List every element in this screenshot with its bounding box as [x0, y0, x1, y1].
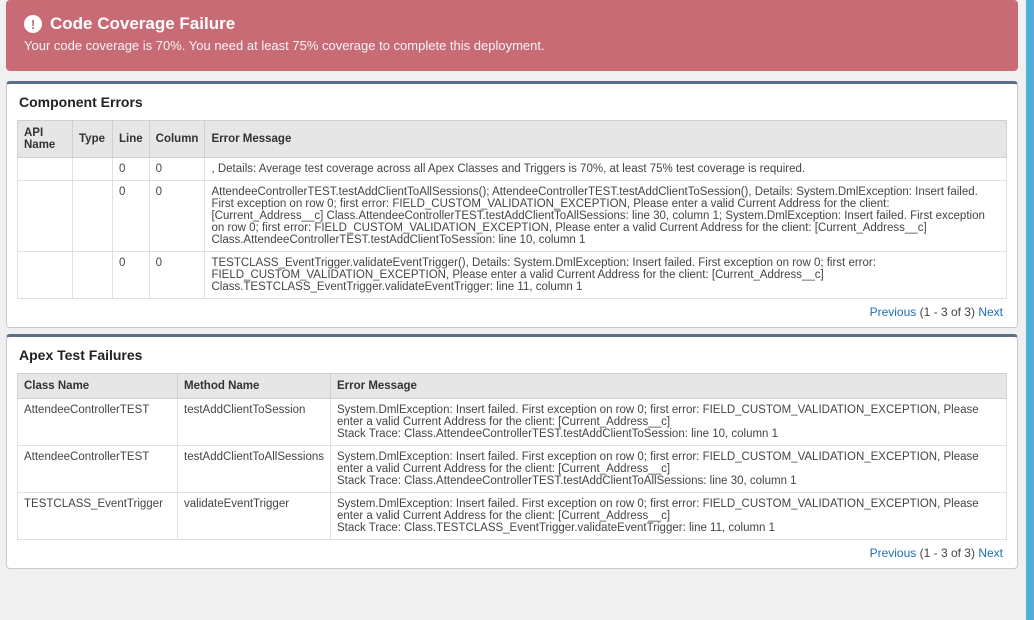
cell-class-name: AttendeeControllerTEST — [18, 446, 178, 493]
apex-failures-pagination: Previous (1 - 3 of 3) Next — [7, 540, 1017, 564]
cell-error: System.DmlException: Insert failed. Firs… — [331, 446, 1007, 493]
previous-link[interactable]: Previous — [870, 546, 917, 560]
cell-api-name — [18, 181, 73, 252]
apex-test-failures-title: Apex Test Failures — [7, 337, 1017, 373]
cell-line: 0 — [113, 252, 150, 299]
header-method-name[interactable]: Method Name — [178, 374, 331, 399]
cell-error: AttendeeControllerTEST.testAddClientToAl… — [205, 181, 1006, 252]
header-column[interactable]: Column — [149, 121, 205, 158]
header-api-name[interactable]: API Name — [18, 121, 73, 158]
table-row: AttendeeControllerTEST testAddClientToAl… — [18, 446, 1007, 493]
code-coverage-alert: ! Code Coverage Failure Your code covera… — [6, 0, 1018, 71]
cell-error: TESTCLASS_EventTrigger.validateEventTrig… — [205, 252, 1006, 299]
component-errors-table: API Name Type Line Column Error Message … — [17, 120, 1007, 299]
cell-method-name: testAddClientToAllSessions — [178, 446, 331, 493]
page-count: (1 - 3 of 3) — [920, 546, 975, 560]
component-errors-panel: Component Errors API Name Type Line Colu… — [6, 81, 1018, 328]
cell-type — [73, 252, 113, 299]
cell-column: 0 — [149, 252, 205, 299]
cell-error: , Details: Average test coverage across … — [205, 158, 1006, 181]
cell-api-name — [18, 158, 73, 181]
apex-test-failures-table: Class Name Method Name Error Message Att… — [17, 373, 1007, 540]
cell-column: 0 — [149, 158, 205, 181]
table-row: 0 0 TESTCLASS_EventTrigger.validateEvent… — [18, 252, 1007, 299]
cell-method-name: validateEventTrigger — [178, 493, 331, 540]
table-row: AttendeeControllerTEST testAddClientToSe… — [18, 399, 1007, 446]
header-class-name[interactable]: Class Name — [18, 374, 178, 399]
cell-column: 0 — [149, 181, 205, 252]
header-line[interactable]: Line — [113, 121, 150, 158]
cell-type — [73, 158, 113, 181]
component-errors-title: Component Errors — [7, 84, 1017, 120]
alert-subtitle: Your code coverage is 70%. You need at l… — [24, 38, 1000, 53]
cell-line: 0 — [113, 181, 150, 252]
cell-error: System.DmlException: Insert failed. Firs… — [331, 399, 1007, 446]
previous-link[interactable]: Previous — [870, 305, 917, 319]
component-errors-pagination: Previous (1 - 3 of 3) Next — [7, 299, 1017, 323]
table-row: 0 0 , Details: Average test coverage acr… — [18, 158, 1007, 181]
alert-icon: ! — [24, 15, 42, 33]
next-link[interactable]: Next — [978, 546, 1003, 560]
apex-test-failures-panel: Apex Test Failures Class Name Method Nam… — [6, 334, 1018, 569]
table-row: TESTCLASS_EventTrigger validateEventTrig… — [18, 493, 1007, 540]
cell-type — [73, 181, 113, 252]
cell-error: System.DmlException: Insert failed. Firs… — [331, 493, 1007, 540]
scrollbar[interactable] — [1026, 0, 1034, 620]
cell-method-name: testAddClientToSession — [178, 399, 331, 446]
page-count: (1 - 3 of 3) — [920, 305, 975, 319]
next-link[interactable]: Next — [978, 305, 1003, 319]
header-error-message[interactable]: Error Message — [331, 374, 1007, 399]
header-type[interactable]: Type — [73, 121, 113, 158]
cell-line: 0 — [113, 158, 150, 181]
cell-class-name: AttendeeControllerTEST — [18, 399, 178, 446]
table-row: 0 0 AttendeeControllerTEST.testAddClient… — [18, 181, 1007, 252]
cell-api-name — [18, 252, 73, 299]
cell-class-name: TESTCLASS_EventTrigger — [18, 493, 178, 540]
alert-title: Code Coverage Failure — [50, 14, 235, 34]
header-error-message[interactable]: Error Message — [205, 121, 1006, 158]
